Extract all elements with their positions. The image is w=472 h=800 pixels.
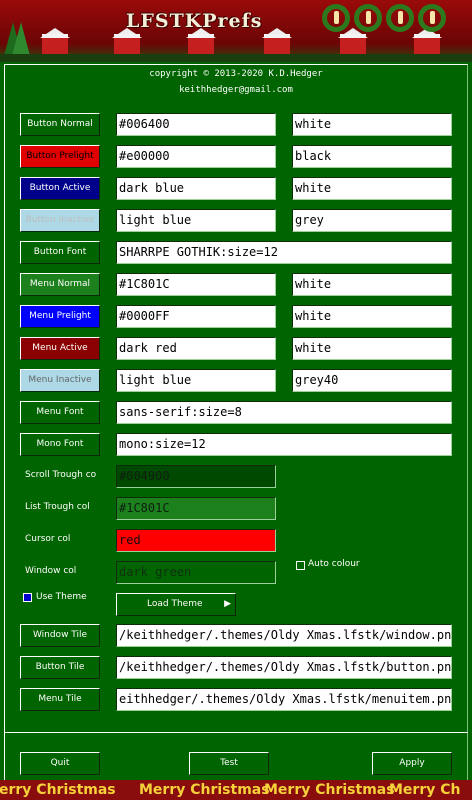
row-button[interactable]: Mono Font bbox=[20, 433, 100, 456]
swatch-label: List Trough col bbox=[25, 502, 90, 512]
footer-greeting: Merry Christmas bbox=[264, 782, 395, 798]
load-theme-label: Load Theme bbox=[147, 599, 203, 609]
copyright-text: copyright © 2013-2020 K.D.Hedger bbox=[149, 69, 323, 79]
auto-colour-label: Auto colour bbox=[308, 559, 360, 569]
row-button[interactable]: Button Active bbox=[20, 177, 100, 200]
wreath-candle-icon bbox=[386, 4, 414, 32]
row-button[interactable]: Menu Inactive bbox=[20, 369, 100, 392]
row-button[interactable]: Button Inactive bbox=[20, 209, 100, 232]
use-theme-checkbox[interactable] bbox=[23, 593, 32, 602]
colour-input[interactable]: dark blue bbox=[116, 177, 276, 200]
wreath-candle-icon bbox=[322, 4, 350, 32]
footer-greeting: Merry Ch bbox=[389, 782, 461, 798]
swatch-label: Window col bbox=[25, 566, 77, 576]
colour-input[interactable]: light blue bbox=[116, 209, 276, 232]
foreground-input[interactable]: grey bbox=[292, 209, 452, 232]
header-banner: LFSTKPrefs bbox=[0, 0, 472, 62]
footer-banner: erry Christmas Merry Christmas Merry Chr… bbox=[0, 780, 472, 800]
apply-button[interactable]: Apply bbox=[372, 752, 452, 775]
tile-button[interactable]: Button Tile bbox=[20, 656, 100, 679]
wreath-candle-icon bbox=[418, 4, 446, 32]
wreath-candle-icon bbox=[354, 4, 382, 32]
load-theme-button[interactable]: Load Theme ▶ bbox=[116, 593, 236, 616]
foreground-input[interactable]: white bbox=[292, 305, 452, 328]
swatch-input[interactable]: red bbox=[116, 529, 276, 552]
quit-button[interactable]: Quit bbox=[20, 752, 100, 775]
colour-input[interactable]: #0000FF bbox=[116, 305, 276, 328]
tile-button[interactable]: Window Tile bbox=[20, 624, 100, 647]
swatch-input[interactable]: dark green bbox=[116, 561, 276, 584]
colour-input[interactable]: light blue bbox=[116, 369, 276, 392]
swatch-input[interactable]: #1C801C bbox=[116, 497, 276, 520]
font-input[interactable]: sans-serif:size=8 bbox=[116, 401, 452, 424]
font-input[interactable]: SHARRPE GOTHIK:size=12 bbox=[116, 241, 452, 264]
auto-colour-checkbox[interactable] bbox=[296, 561, 305, 570]
app-title: LFSTKPrefs bbox=[126, 10, 263, 32]
footer-greeting: erry Christmas bbox=[0, 782, 116, 798]
row-button[interactable]: Menu Font bbox=[20, 401, 100, 424]
email-text: keithhedger@gmail.com bbox=[179, 85, 293, 95]
foreground-input[interactable]: black bbox=[292, 145, 452, 168]
menu-arrow-icon: ▶ bbox=[224, 599, 231, 609]
colour-input[interactable]: #006400 bbox=[116, 113, 276, 136]
colour-input[interactable]: #e00000 bbox=[116, 145, 276, 168]
row-button[interactable]: Menu Normal bbox=[20, 273, 100, 296]
colour-input[interactable]: dark red bbox=[116, 337, 276, 360]
separator bbox=[4, 732, 468, 733]
foreground-input[interactable]: white bbox=[292, 177, 452, 200]
tree-decoration bbox=[12, 22, 30, 56]
swatch-label: Cursor col bbox=[25, 534, 71, 544]
footer-greeting: Merry Christmas bbox=[139, 782, 270, 798]
foreground-input[interactable]: white bbox=[292, 337, 452, 360]
test-button[interactable]: Test bbox=[189, 752, 269, 775]
row-button[interactable]: Button Font bbox=[20, 241, 100, 264]
row-button[interactable]: Button Normal bbox=[20, 113, 100, 136]
foreground-input[interactable]: white bbox=[292, 113, 452, 136]
colour-input[interactable]: #1C801C bbox=[116, 273, 276, 296]
use-theme-label: Use Theme bbox=[36, 592, 87, 602]
tile-button[interactable]: Menu Tile bbox=[20, 688, 100, 711]
row-button[interactable]: Menu Prelight bbox=[20, 305, 100, 328]
foreground-input[interactable]: white bbox=[292, 273, 452, 296]
tile-path-input[interactable]: /keithhedger/.themes/Oldy Xmas.lfstk/win… bbox=[116, 624, 452, 647]
tile-path-input[interactable]: /keithhedger/.themes/Oldy Xmas.lfstk/but… bbox=[116, 656, 452, 679]
banner-strip bbox=[0, 54, 472, 62]
swatch-label: Scroll Trough co bbox=[25, 470, 97, 480]
font-input[interactable]: mono:size=12 bbox=[116, 433, 452, 456]
swatch-input[interactable]: #004900 bbox=[116, 465, 276, 488]
tile-path-input[interactable]: eithhedger/.themes/Oldy Xmas.lfstk/menui… bbox=[116, 688, 452, 711]
row-button[interactable]: Menu Active bbox=[20, 337, 100, 360]
foreground-input[interactable]: grey40 bbox=[292, 369, 452, 392]
row-button[interactable]: Button Prelight bbox=[20, 145, 100, 168]
